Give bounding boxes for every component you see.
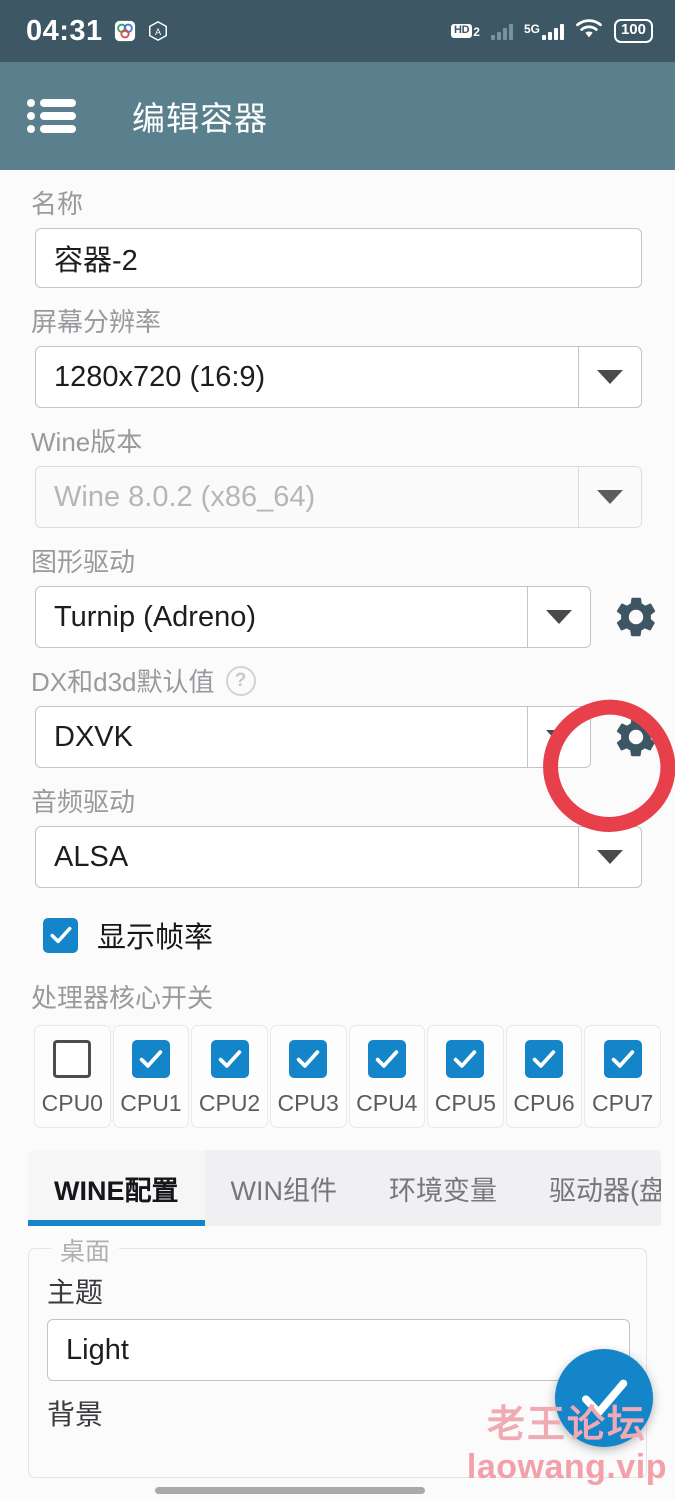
theme-select[interactable]: Light [47, 1319, 630, 1381]
cpu5-checkbox[interactable] [446, 1040, 485, 1078]
cpu-section-label: 处理器核心开关 [31, 983, 214, 1013]
wine-version-select[interactable]: Wine 8.0.2 (x86_64) [35, 466, 642, 528]
svg-text:A: A [155, 27, 162, 37]
name-row: 容器-2 [0, 228, 675, 288]
audio-driver-value: ALSA [54, 840, 129, 873]
wifi-icon [575, 18, 603, 44]
name-input[interactable]: 容器-2 [35, 228, 642, 288]
cpu-toggle-cell[interactable]: CPU1 [112, 1025, 190, 1128]
confirm-fab-button[interactable] [555, 1349, 653, 1447]
cpu-toggle-cell[interactable]: CPU7 [584, 1025, 661, 1128]
desktop-group: 桌面 主题 Light 背景 [28, 1232, 647, 1478]
background-label: 背景 [47, 1399, 104, 1430]
horizontal-scrollbar[interactable] [155, 1487, 425, 1494]
battery-indicator: 100 [613, 19, 653, 43]
dx-d3d-gear-icon[interactable] [605, 713, 667, 761]
cpu0-checkbox[interactable] [53, 1040, 92, 1078]
hd-voice-icon: HD 2 [450, 24, 480, 39]
graphics-driver-value: Turnip (Adreno) [54, 600, 257, 633]
tab-env-variables[interactable]: 环境变量 [363, 1150, 523, 1226]
status-bar-right: HD 2 5G 100 [450, 18, 653, 44]
tab-wine-config[interactable]: WINE配置 [28, 1150, 205, 1226]
status-bar: 04:31 A HD 2 5G 100 [0, 0, 675, 62]
cpu-label: CPU4 [356, 1090, 418, 1116]
chevron-down-icon[interactable] [578, 467, 641, 527]
audio-driver-select[interactable]: ALSA [35, 826, 642, 888]
cpu-label: CPU5 [434, 1090, 497, 1116]
cpu-label: CPU0 [41, 1090, 103, 1116]
hd-sim-index: 2 [473, 24, 480, 39]
cpu-label: CPU2 [198, 1090, 261, 1116]
dx-d3d-value: DXVK [54, 720, 133, 753]
cpu-toggle-cell[interactable]: CPU0 [34, 1025, 111, 1128]
dx-d3d-row: DXVK [0, 706, 675, 768]
wine-version-label: Wine版本 [31, 427, 143, 457]
check-icon [582, 1379, 628, 1417]
dx-d3d-label: DX和d3d默认值 [31, 667, 215, 697]
cpu1-checkbox[interactable] [131, 1040, 170, 1078]
desktop-group-legend: 桌面 [51, 1232, 120, 1268]
resolution-value: 1280x720 (16:9) [54, 360, 266, 393]
show-fps-label: 显示帧率 [97, 922, 214, 954]
resolution-row: 1280x720 (16:9) [0, 346, 675, 408]
wine-version-row: Wine 8.0.2 (x86_64) [0, 466, 675, 528]
cpu4-checkbox[interactable] [367, 1040, 406, 1078]
cpu-toggle-cell[interactable]: CPU4 [348, 1025, 426, 1128]
audio-driver-row: ALSA [0, 826, 675, 888]
cpu-label: CPU6 [513, 1090, 575, 1116]
cpu-toggle-cell[interactable]: CPU2 [191, 1025, 268, 1128]
graphics-driver-select[interactable]: Turnip (Adreno) [35, 586, 591, 648]
cpu7-checkbox[interactable] [603, 1040, 642, 1078]
dx-d3d-label-row: DX和d3d默认值 ? [0, 648, 675, 706]
audio-driver-label: 音频驱动 [31, 787, 136, 817]
hexagon-a-icon: A [147, 20, 169, 42]
tab-drives[interactable]: 驱动器(盘符 [523, 1150, 661, 1226]
cpu-toggle-cell[interactable]: CPU6 [505, 1025, 583, 1128]
page-title: 编辑容器 [132, 100, 268, 137]
tab-bar: WINE配置 WIN组件 环境变量 驱动器(盘符 [28, 1150, 661, 1226]
cpu3-checkbox[interactable] [289, 1040, 328, 1078]
show-fps-checkbox[interactable] [43, 917, 78, 953]
cpu-label: CPU7 [592, 1090, 654, 1116]
show-fps-row[interactable]: 显示帧率 [0, 888, 675, 964]
status-bar-clock: 04:31 [26, 14, 103, 47]
help-icon[interactable]: ? [225, 665, 256, 696]
resolution-select[interactable]: 1280x720 (16:9) [35, 346, 642, 408]
chevron-down-icon[interactable] [527, 587, 590, 647]
cpu-label: CPU3 [277, 1090, 339, 1116]
cpu-toggle-cell[interactable]: CPU3 [269, 1025, 347, 1128]
wine-version-value: Wine 8.0.2 (x86_64) [54, 480, 316, 513]
chevron-down-icon[interactable] [578, 347, 641, 407]
settings-scroll-area[interactable]: 名称 容器-2 屏幕分辨率 1280x720 (16:9) Wine版本 Win… [0, 170, 675, 1500]
cpu2-checkbox[interactable] [210, 1040, 249, 1078]
graphics-driver-label: 图形驱动 [31, 547, 136, 577]
signal-bars-sim1-icon [490, 22, 513, 40]
cpu-label: CPU1 [120, 1090, 182, 1116]
name-label: 名称 [31, 189, 84, 219]
status-bar-left: 04:31 A [26, 14, 169, 47]
app-bar: 编辑容器 [0, 62, 675, 170]
list-menu-icon[interactable] [26, 96, 80, 136]
graphics-driver-row: Turnip (Adreno) [0, 586, 675, 648]
chrome-like-icon [114, 20, 136, 42]
dx-d3d-select[interactable]: DXVK [35, 706, 591, 768]
cpu-toggle-cell[interactable]: CPU5 [427, 1025, 504, 1128]
network-type-label: 5G [523, 22, 540, 36]
cpu6-checkbox[interactable] [525, 1040, 564, 1078]
gear-icon[interactable] [605, 593, 667, 641]
cpu-core-toggles: CPU0 CPU1 CPU2 CPU3 CPU4 CPU5 CPU6 CPU7 [0, 1025, 675, 1128]
theme-label: 主题 [47, 1277, 104, 1308]
signal-bars-sim2-icon: 5G [524, 22, 564, 40]
hd-badge: HD [450, 24, 473, 38]
chevron-down-icon[interactable] [527, 707, 590, 767]
chevron-down-icon[interactable] [578, 827, 641, 887]
resolution-label: 屏幕分辨率 [31, 307, 162, 337]
tab-win-components[interactable]: WIN组件 [205, 1150, 363, 1226]
